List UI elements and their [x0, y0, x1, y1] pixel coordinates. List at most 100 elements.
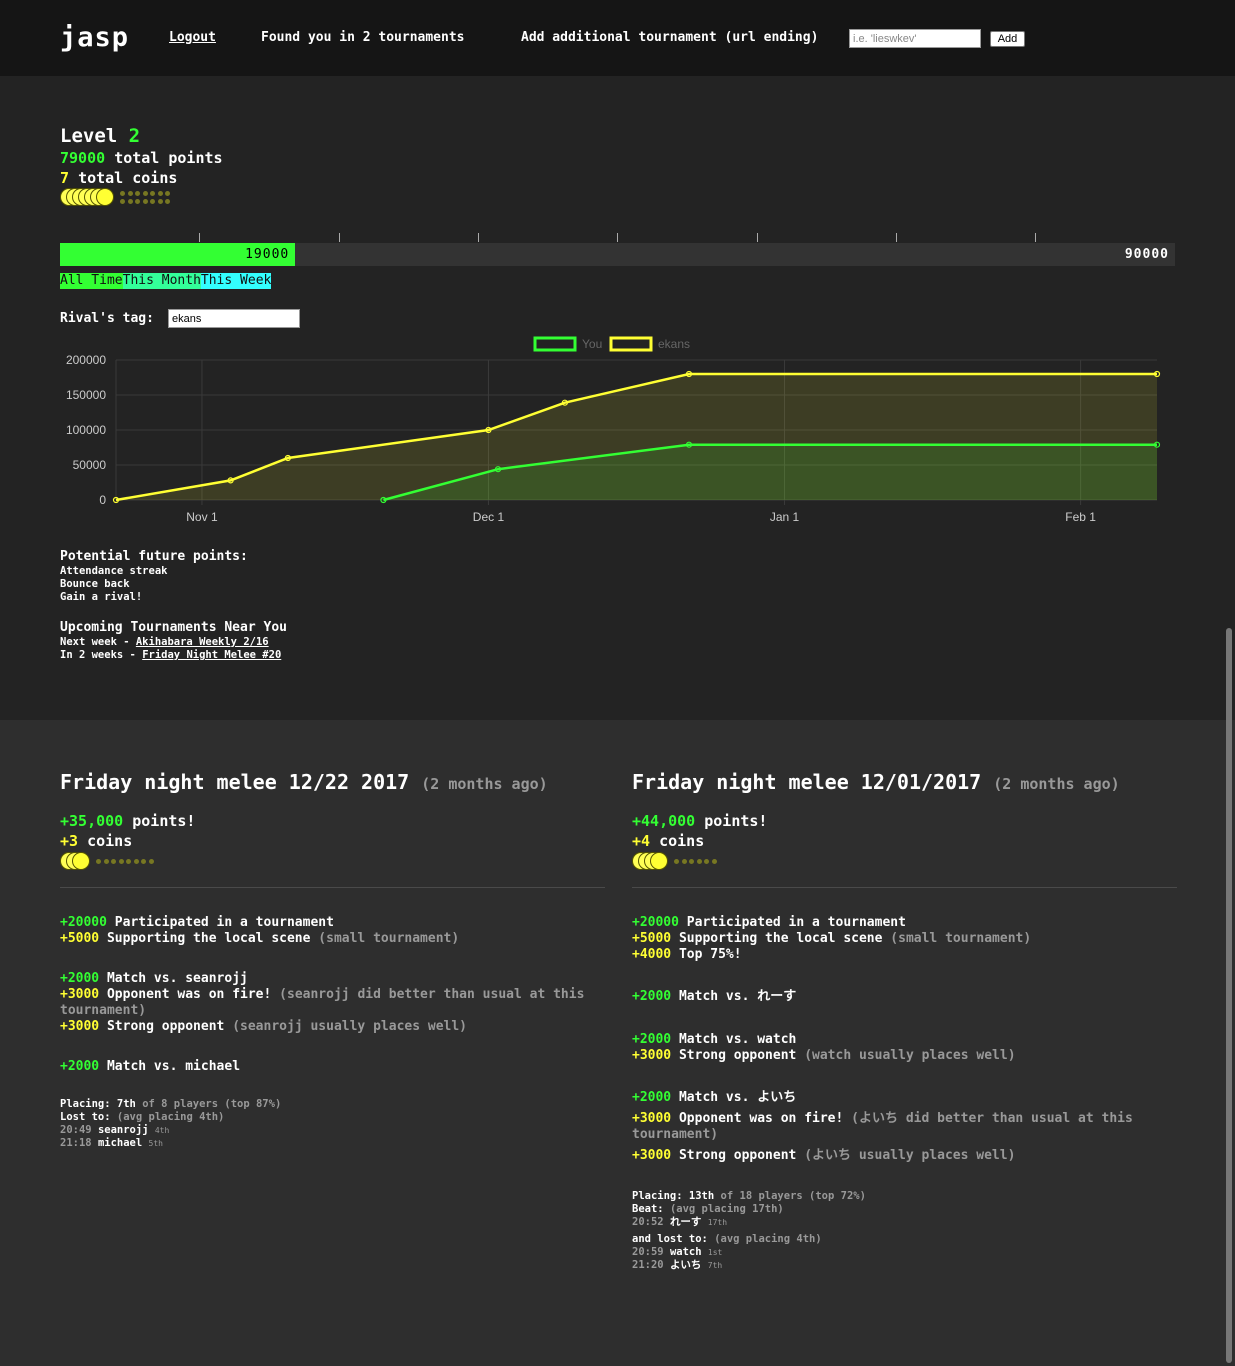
- line-text: Match vs. watch: [678, 1032, 797, 1047]
- total-coins-label: total coins: [78, 169, 178, 187]
- rival-tag-input[interactable]: [168, 309, 300, 328]
- empty-coin-dot: [148, 859, 154, 864]
- line-note: (small tournament): [318, 931, 460, 946]
- total-points: 79000 total points: [60, 149, 223, 167]
- y-tick-label: 100000: [66, 423, 106, 437]
- empty-coin-dot: [142, 199, 148, 204]
- level-heading: Level 2: [60, 125, 140, 147]
- empty-coin-dot: [135, 191, 140, 196]
- tournament-name: Friday night melee 12/22 2017: [60, 770, 410, 794]
- points-line: +3000 Strong opponent (よいち usually place…: [632, 1148, 1015, 1164]
- line-text: Match vs. れーす: [678, 989, 797, 1004]
- x-tick-label: Dec 1: [473, 510, 505, 524]
- line-points: +2000: [632, 1090, 672, 1105]
- line-text: Strong opponent: [678, 1148, 797, 1163]
- legend-swatch: [609, 336, 653, 352]
- line-points: +2000: [632, 989, 672, 1004]
- progress-tick: [199, 233, 201, 242]
- line-points: +5000: [60, 931, 100, 946]
- coin-stack: [632, 852, 832, 874]
- future-item: Gain a rival!: [60, 591, 143, 603]
- coin-stack: [60, 188, 210, 210]
- legend-label: You: [582, 337, 602, 351]
- empty-coin-dot: [141, 859, 146, 864]
- tournament-ago: (2 months ago): [421, 775, 548, 793]
- points-label: points!: [704, 812, 768, 830]
- points-line: +4000 Top 75%!: [632, 947, 742, 963]
- coins-earned: +4: [632, 832, 651, 850]
- coins-label: coins: [659, 832, 705, 850]
- points-line: +2000 Match vs. よいち: [632, 1090, 796, 1106]
- points-progress-bar: 19000 90000: [60, 243, 1175, 266]
- opponent-placing: 7th: [707, 1261, 723, 1270]
- upcoming-item: Next week - Akihabara Weekly 2/16: [60, 636, 287, 649]
- line-points: +20000: [632, 915, 679, 930]
- line-text: Opponent was on fire!: [678, 1111, 844, 1126]
- empty-coin-dot: [165, 199, 170, 204]
- card-divider: [632, 887, 1177, 888]
- upcoming-link[interactable]: Friday Night Melee #20: [142, 649, 281, 661]
- match-time: 20:52: [632, 1216, 664, 1228]
- upcoming-title: Upcoming Tournaments Near You: [60, 620, 287, 635]
- match-section: Beat: (avg placing 17th): [632, 1203, 784, 1216]
- tournament-history: Friday night melee 12/22 2017 (2 months …: [0, 720, 1235, 1366]
- scrollbar[interactable]: [1226, 628, 1232, 1363]
- upcoming-link[interactable]: Akihabara Weekly 2/16: [136, 636, 269, 648]
- empty-coin-dot: [157, 199, 163, 204]
- add-tournament-button[interactable]: Add: [990, 31, 1025, 47]
- section-note: (avg placing 17th): [669, 1203, 784, 1215]
- x-tick-label: Nov 1: [186, 510, 218, 524]
- coin-icon: [72, 852, 90, 870]
- points-label: points!: [132, 812, 196, 830]
- points-chart: 0 50000 100000 150000 200000 Nov 1 Dec 1 Jan 1 F…: [66, 336, 1161, 524]
- legend-label: ekans: [658, 337, 690, 351]
- add-tournament-label: Add additional tournament (url ending): [521, 30, 819, 45]
- progress-tick: [756, 233, 758, 242]
- points-line: +2000 Match vs. watch: [632, 1032, 796, 1048]
- total-points-label: total points: [114, 149, 223, 167]
- future-points: Potential future points: Attendance stre…: [60, 549, 248, 604]
- filter-this-week[interactable]: This Week: [200, 273, 272, 289]
- line-text: Strong opponent: [106, 1019, 225, 1034]
- empty-coin-dot: [165, 191, 170, 196]
- empty-coin-dot: [111, 859, 116, 864]
- tournament-name: Friday night melee 12/01/2017: [632, 770, 982, 794]
- empty-coin-dot: [142, 191, 148, 196]
- add-tournament-input[interactable]: [849, 29, 981, 48]
- line-points: +5000: [632, 931, 672, 946]
- match-row: 20:49 seanrojj 4th: [60, 1124, 169, 1137]
- progress-fill: 19000: [60, 243, 296, 266]
- progress-max: 90000: [1124, 247, 1169, 262]
- line-points: +3000: [632, 1111, 672, 1126]
- points-line: +2000 Match vs. れーす: [632, 989, 796, 1005]
- legend-swatch: [533, 336, 577, 352]
- rival-label: Rival's tag:: [60, 311, 154, 326]
- placing-value: 13th: [688, 1190, 715, 1202]
- opponent-placing: 1st: [707, 1248, 723, 1257]
- coin-icon: [650, 852, 668, 870]
- section-label: and lost to:: [632, 1233, 708, 1245]
- opponent-placing: 5th: [148, 1139, 163, 1148]
- match-row: 21:18 michael 5th: [60, 1137, 163, 1150]
- filter-all-time[interactable]: All Time: [60, 273, 123, 289]
- logout-link[interactable]: Logout: [169, 30, 216, 45]
- placing-rest: of 8 players (top 87%): [142, 1098, 282, 1110]
- line-text: Match vs. よいち: [678, 1090, 797, 1105]
- match-time: 21:20: [632, 1259, 664, 1271]
- opponent-placing: 4th: [154, 1126, 170, 1135]
- total-points-value: 79000: [60, 149, 106, 167]
- coin-stack: [60, 852, 260, 874]
- line-points: +4000: [632, 947, 672, 962]
- placing-label: Placing:: [632, 1190, 683, 1202]
- line-text: Participated in a tournament: [686, 915, 906, 930]
- line-text: Strong opponent: [678, 1048, 797, 1063]
- opponent-name: michael: [97, 1137, 143, 1149]
- progress-tick: [1035, 233, 1037, 242]
- points-line: +3000 Strong opponent (seanrojj usually …: [60, 1019, 467, 1035]
- empty-coin-dot: [689, 859, 694, 864]
- progress-tick: [617, 233, 619, 242]
- coin-icon: [96, 188, 114, 206]
- line-text: Top 75%!: [678, 947, 742, 962]
- filter-this-month[interactable]: This Month: [122, 273, 201, 289]
- empty-coin-dot: [681, 859, 687, 864]
